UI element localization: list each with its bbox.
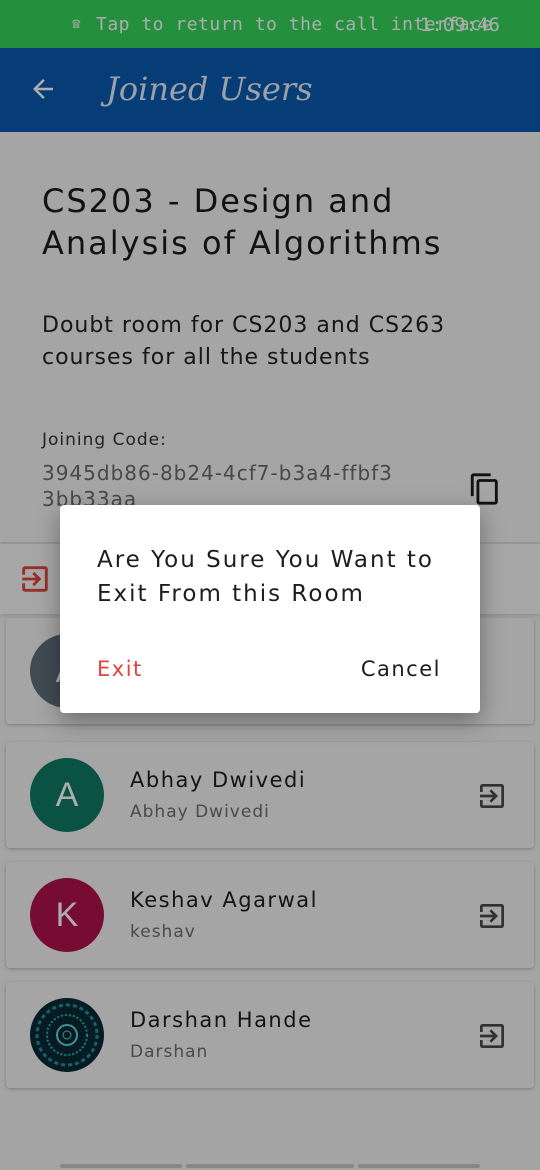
dialog-message: Are You Sure You Want to Exit From this …	[97, 547, 435, 607]
cancel-button[interactable]: Cancel	[361, 657, 441, 681]
exit-button[interactable]: Exit	[97, 657, 143, 681]
exit-confirm-dialog: Are You Sure You Want to Exit From this …	[60, 505, 480, 713]
